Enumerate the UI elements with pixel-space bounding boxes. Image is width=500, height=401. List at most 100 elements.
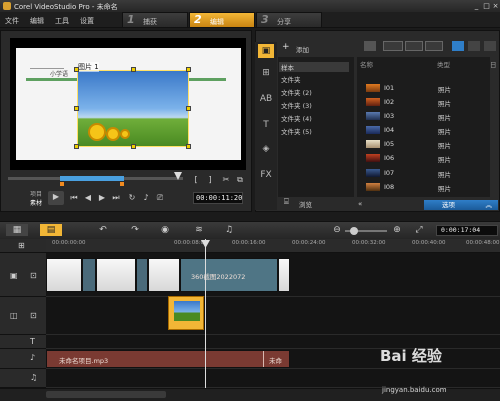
auto-music-icon[interactable]: ♫ <box>222 224 236 236</box>
column-header-name[interactable]: 名称 <box>360 59 373 69</box>
list-item[interactable]: I03 照片 <box>366 111 486 122</box>
fit-project-icon[interactable]: ⤢ <box>412 224 426 236</box>
maximize-icon[interactable]: □ <box>482 2 491 10</box>
video-clip[interactable] <box>278 258 290 292</box>
video-clip[interactable] <box>96 258 136 292</box>
list-item[interactable]: I07 照片 <box>366 168 486 179</box>
audio-mixer-icon[interactable]: ≋ <box>192 224 206 236</box>
project-mode-label[interactable]: 项目 <box>30 189 42 198</box>
zoom-slider-thumb[interactable] <box>350 227 358 235</box>
menu-file[interactable]: 文件 <box>5 16 19 26</box>
video-clip[interactable] <box>46 258 82 292</box>
resize-handle[interactable] <box>186 144 191 149</box>
overlay-text[interactable]: 图片 1 <box>78 62 99 72</box>
end-icon[interactable]: ⏭ <box>110 192 122 204</box>
record-capture-icon[interactable]: ◉ <box>158 224 172 236</box>
play-button[interactable]: ▶ <box>48 191 64 205</box>
overlay-image[interactable] <box>77 70 189 147</box>
add-folder-button[interactable]: 添加 <box>296 44 309 54</box>
scrollbar-thumb[interactable] <box>46 391 166 398</box>
zoom-out-icon[interactable]: ⊖ <box>330 224 344 236</box>
text-icon[interactable]: T <box>258 118 274 132</box>
list-item[interactable]: I05 照片 <box>366 139 486 150</box>
resize-handle[interactable] <box>74 106 79 111</box>
overlay-track[interactable] <box>46 297 500 335</box>
timeline-view-icon[interactable]: ▤ <box>40 224 62 236</box>
enlarge-icon[interactable]: ⧉ <box>234 174 246 186</box>
track-lock-icon[interactable]: ⊡ <box>30 271 37 280</box>
minimize-icon[interactable]: _ <box>472 2 481 10</box>
folder-item[interactable]: 文件夹 (5) <box>281 126 312 136</box>
video-clip[interactable] <box>148 258 180 292</box>
hd-preview-icon[interactable]: ⎚ <box>154 192 166 204</box>
add-icon[interactable]: + <box>282 42 290 52</box>
tab-capture[interactable]: 1 捕获 <box>122 12 188 28</box>
mark-in-icon[interactable] <box>60 182 64 186</box>
browse-button[interactable]: 浏览 <box>299 199 312 209</box>
menu-edit[interactable]: 编辑 <box>30 16 44 26</box>
track-header-overlay[interactable]: ◫ ⊡ <box>0 297 46 335</box>
tab-edit[interactable]: 2 编辑 <box>189 12 255 28</box>
folder-item[interactable]: 文件夹 (4) <box>281 113 312 123</box>
list-item[interactable]: I08 照片 <box>366 182 486 193</box>
repeat-icon[interactable]: ↻ <box>126 192 138 204</box>
list-item[interactable]: I01 照片 <box>366 83 486 94</box>
zoom-in-icon[interactable]: ⊕ <box>390 224 404 236</box>
folder-item[interactable]: 文件夹 (3) <box>281 100 312 110</box>
thumbnail-view-icon[interactable] <box>468 41 480 51</box>
video-clip-selected[interactable]: 360截图2022072 <box>180 258 278 292</box>
track-header-toggle[interactable]: ⊞ <box>0 239 46 253</box>
resize-handle[interactable] <box>74 67 79 72</box>
prev-frame-icon[interactable]: ◀ <box>82 192 94 204</box>
graphic-icon[interactable]: ◈ <box>258 142 274 156</box>
resize-handle[interactable] <box>74 144 79 149</box>
list-item[interactable]: I02 照片 <box>366 97 486 108</box>
transition-clip[interactable] <box>82 258 96 292</box>
options-button[interactable]: 选项 ︽ <box>424 200 498 210</box>
video-filter-icon[interactable] <box>383 41 403 51</box>
menu-settings[interactable]: 设置 <box>80 16 94 26</box>
media-category-icon[interactable]: ▣ <box>258 44 274 58</box>
column-header-type[interactable]: 类型 <box>437 59 450 69</box>
home-icon[interactable]: ⏮ <box>68 192 80 204</box>
track-header-title[interactable]: T <box>0 335 46 349</box>
resize-handle[interactable] <box>131 67 136 72</box>
audio-filter-icon[interactable] <box>425 41 443 51</box>
redo-icon[interactable]: ↷ <box>128 224 142 236</box>
storyboard-view-icon[interactable]: ▦ <box>6 224 28 236</box>
column-header-extra[interactable]: 日 <box>490 59 497 69</box>
track-lock-icon[interactable]: ⊡ <box>30 311 37 320</box>
resize-handle[interactable] <box>131 144 136 149</box>
photo-filter-icon[interactable] <box>405 41 423 51</box>
folder-item[interactable]: 文件夹 <box>281 74 301 84</box>
transition-icon[interactable]: ⊞ <box>258 66 274 80</box>
list-item[interactable]: I04 照片 <box>366 125 486 136</box>
folder-item[interactable]: 样本 <box>279 62 349 72</box>
close-icon[interactable]: × <box>491 2 500 10</box>
track-header-video[interactable]: ▣ ⊡ <box>0 253 46 297</box>
fx-icon[interactable]: FX <box>258 168 274 182</box>
mark-out-icon[interactable] <box>120 182 124 186</box>
timecode-display[interactable]: 00:00:11:20 <box>193 192 243 204</box>
title-icon[interactable]: AB <box>258 92 274 106</box>
resize-handle[interactable] <box>186 67 191 72</box>
list-item[interactable]: I06 照片 <box>366 153 486 164</box>
mark-in-button[interactable]: [ <box>190 174 202 186</box>
tab-share[interactable]: 3 分享 <box>256 12 322 28</box>
split-icon[interactable]: ✂ <box>220 174 232 186</box>
mark-out-button[interactable]: ] <box>204 174 216 186</box>
track-header-music[interactable]: ♫ <box>0 369 46 388</box>
next-frame-icon[interactable]: ▶ <box>96 192 108 204</box>
trim-selection[interactable] <box>60 176 124 181</box>
overlay-clip[interactable] <box>168 296 204 330</box>
transition-clip[interactable] <box>136 258 148 292</box>
undo-icon[interactable]: ↶ <box>96 224 110 236</box>
playhead[interactable] <box>205 239 206 393</box>
folder-item[interactable]: 文件夹 (2) <box>281 87 312 97</box>
browse-icon[interactable]: ⌸ <box>284 197 289 207</box>
folder-icon[interactable] <box>364 41 376 51</box>
track-header-voice[interactable]: ♪ <box>0 349 46 369</box>
volume-icon[interactable]: ♪ <box>140 192 152 204</box>
resize-handle[interactable] <box>186 106 191 111</box>
menu-tools[interactable]: 工具 <box>55 16 69 26</box>
